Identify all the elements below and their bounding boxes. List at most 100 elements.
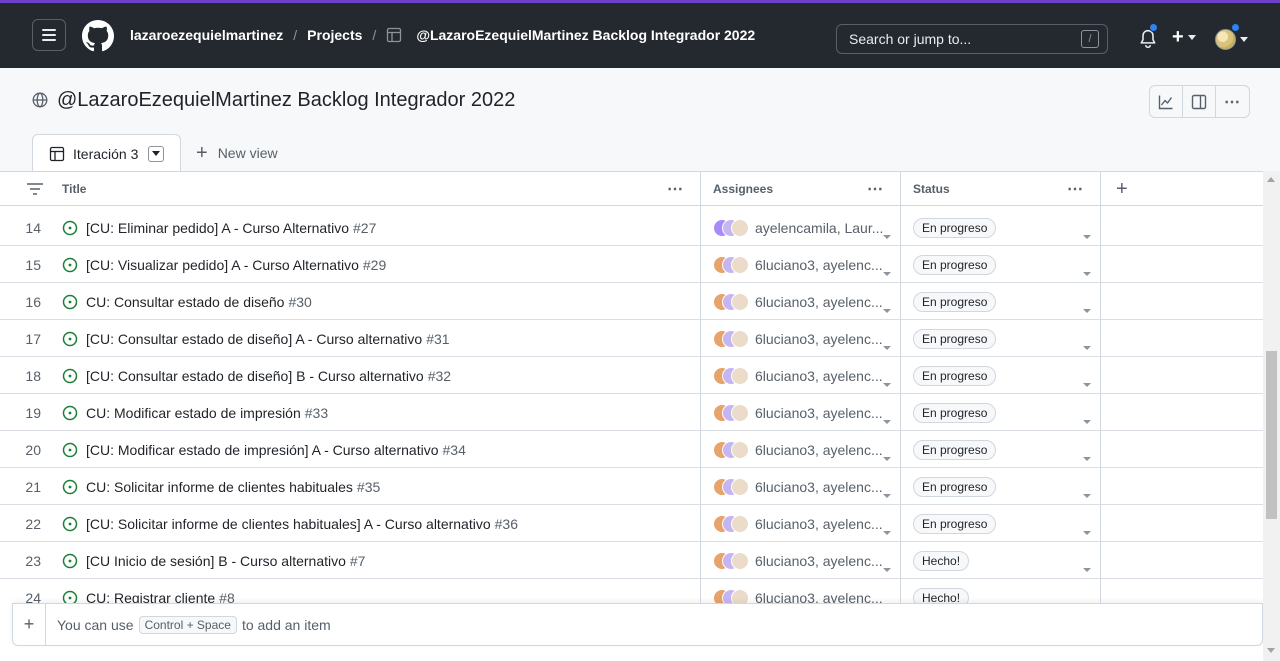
status-dropdown[interactable]	[1083, 559, 1091, 575]
assignees-text[interactable]: ayelencamila, Laur...	[755, 220, 883, 236]
status-badge[interactable]: Hecho!	[913, 551, 970, 571]
filter-button[interactable]	[26, 172, 44, 206]
status-badge[interactable]: En progreso	[913, 366, 997, 386]
issue-title-link[interactable]: CU: Modificar estado de impresión #33	[86, 405, 328, 421]
assignees-dropdown[interactable]	[883, 337, 891, 353]
add-item-button[interactable]: +	[13, 604, 46, 645]
column-status-menu-button[interactable]: ⋯	[1067, 172, 1084, 206]
column-header-status[interactable]: Status	[913, 172, 950, 206]
assignee-avatars[interactable]	[713, 293, 751, 311]
issue-title-link[interactable]: CU: Registrar cliente #8	[86, 590, 235, 603]
status-dropdown[interactable]	[1083, 263, 1091, 279]
issue-title-link[interactable]: [CU: Visualizar pedido] A - Curso Altern…	[86, 257, 386, 273]
status-badge[interactable]: En progreso	[913, 440, 997, 460]
table-row[interactable]: 16 CU: Consultar estado de diseño #30 6luci…	[0, 283, 1263, 320]
assignees-dropdown[interactable]	[883, 226, 891, 242]
assignees-dropdown[interactable]	[883, 300, 891, 316]
issue-title-link[interactable]: [CU: Consultar estado de diseño] B - Cur…	[86, 368, 451, 384]
assignees-dropdown[interactable]	[883, 411, 891, 427]
github-logo-icon[interactable]	[82, 20, 114, 52]
status-dropdown[interactable]	[1083, 485, 1091, 501]
status-badge[interactable]: En progreso	[913, 218, 997, 238]
add-field-button[interactable]: +	[1116, 172, 1128, 206]
breadcrumb-project[interactable]: @LazaroEzequielMartinez Backlog Integrad…	[416, 27, 755, 43]
assignees-text[interactable]: 6luciano3, ayelenc...	[755, 405, 883, 421]
assignee-avatars[interactable]	[713, 478, 751, 496]
table-row[interactable]: 14 [CU: Eliminar pedido] A - Curso Altern…	[0, 209, 1263, 246]
status-badge[interactable]: En progreso	[913, 292, 997, 312]
status-badge[interactable]: Hecho!	[913, 588, 970, 603]
assignees-dropdown[interactable]	[883, 522, 891, 538]
assignees-dropdown[interactable]	[883, 559, 891, 575]
scrollbar-thumb[interactable]	[1266, 351, 1277, 519]
status-dropdown[interactable]	[1083, 596, 1091, 603]
status-dropdown[interactable]	[1083, 374, 1091, 390]
issue-title-link[interactable]: [CU: Consultar estado de diseño] A - Cur…	[86, 331, 450, 347]
table-row[interactable]: 19 CU: Modificar estado de impresión #33 6l…	[0, 394, 1263, 431]
assignees-text[interactable]: 6luciano3, ayelenc...	[755, 257, 883, 273]
assignees-text[interactable]: 6luciano3, ayelenc...	[755, 516, 883, 532]
status-badge[interactable]: En progreso	[913, 329, 997, 349]
table-row[interactable]: 21 CU: Solicitar informe de clientes habi…	[0, 468, 1263, 505]
scroll-down-arrow-icon[interactable]	[1267, 648, 1275, 653]
assignee-avatars[interactable]	[713, 219, 751, 237]
assignees-text[interactable]: 6luciano3, ayelenc...	[755, 479, 883, 495]
status-badge[interactable]: En progreso	[913, 403, 997, 423]
column-header-title[interactable]: Title	[62, 172, 86, 206]
status-badge[interactable]: En progreso	[913, 477, 997, 497]
column-assignees-menu-button[interactable]: ⋯	[867, 172, 884, 206]
breadcrumb-owner[interactable]: lazaroezequielmartinez	[130, 27, 283, 43]
table-row[interactable]: 23 [CU Inicio de sesión] B - Curso altern…	[0, 542, 1263, 579]
issue-title-link[interactable]: [CU: Solicitar informe de clientes habit…	[86, 516, 518, 532]
status-dropdown[interactable]	[1083, 448, 1091, 464]
assignee-avatars[interactable]	[713, 256, 751, 274]
status-dropdown[interactable]	[1083, 226, 1091, 242]
column-title-menu-button[interactable]: ⋯	[667, 172, 684, 206]
issue-title-link[interactable]: CU: Solicitar informe de clientes habitu…	[86, 479, 380, 495]
issue-title-link[interactable]: [CU: Modificar estado de impresión] A - …	[86, 442, 466, 458]
issue-title-link[interactable]: [CU Inicio de sesión] B - Curso alternat…	[86, 553, 365, 569]
assignees-dropdown[interactable]	[883, 448, 891, 464]
table-row[interactable]: 20 [CU: Modificar estado de impresión] A …	[0, 431, 1263, 468]
status-badge[interactable]: En progreso	[913, 255, 997, 275]
side-panel-button[interactable]	[1183, 86, 1216, 117]
assignees-dropdown[interactable]	[883, 263, 891, 279]
assignees-text[interactable]: 6luciano3, ayelenc...	[755, 294, 883, 310]
insights-button[interactable]	[1150, 86, 1183, 117]
assignees-text[interactable]: 6luciano3, ayelenc...	[755, 553, 883, 569]
create-new-menu[interactable]: +	[1172, 27, 1196, 47]
assignee-avatars[interactable]	[713, 589, 751, 603]
table-row[interactable]: 17 [CU: Consultar estado de diseño] A - C…	[0, 320, 1263, 357]
vertical-scrollbar[interactable]	[1263, 171, 1280, 661]
table-row[interactable]: 22 [CU: Solicitar informe de clientes hab…	[0, 505, 1263, 542]
status-dropdown[interactable]	[1083, 522, 1091, 538]
tab-iteracion-3[interactable]: Iteración 3	[32, 134, 181, 172]
issue-title-link[interactable]: CU: Consultar estado de diseño #30	[86, 294, 312, 310]
status-dropdown[interactable]	[1083, 337, 1091, 353]
table-row[interactable]: 15 [CU: Visualizar pedido] A - Curso Alte…	[0, 246, 1263, 283]
add-item-bar[interactable]: + You can use Control + Space to add an …	[12, 603, 1263, 646]
assignee-avatars[interactable]	[713, 330, 751, 348]
avatar[interactable]	[1215, 29, 1236, 50]
assignee-avatars[interactable]	[713, 367, 751, 385]
status-dropdown[interactable]	[1083, 300, 1091, 316]
assignees-text[interactable]: 6luciano3, ayelenc...	[755, 368, 883, 384]
table-row[interactable]: 24 CU: Registrar cliente #8 6luciano3, ayel…	[0, 579, 1263, 603]
assignees-dropdown[interactable]	[883, 485, 891, 501]
assignee-avatars[interactable]	[713, 404, 751, 422]
more-options-button[interactable]: ⋯	[1216, 86, 1249, 117]
table-row[interactable]: 18 [CU: Consultar estado de diseño] B - C…	[0, 357, 1263, 394]
assignees-text[interactable]: 6luciano3, ayelenc...	[755, 590, 883, 603]
assignee-avatars[interactable]	[713, 441, 751, 459]
new-view-button[interactable]: + New view	[196, 143, 278, 163]
assignee-avatars[interactable]	[713, 552, 751, 570]
assignees-text[interactable]: 6luciano3, ayelenc...	[755, 331, 883, 347]
assignee-avatars[interactable]	[713, 515, 751, 533]
chevron-down-icon[interactable]	[1240, 37, 1248, 42]
column-header-assignees[interactable]: Assignees	[713, 172, 773, 206]
assignees-dropdown[interactable]	[883, 374, 891, 390]
scroll-up-arrow-icon[interactable]	[1267, 177, 1275, 182]
breadcrumb-projects[interactable]: Projects	[307, 27, 362, 43]
menu-button[interactable]	[32, 19, 66, 51]
status-badge[interactable]: En progreso	[913, 514, 997, 534]
